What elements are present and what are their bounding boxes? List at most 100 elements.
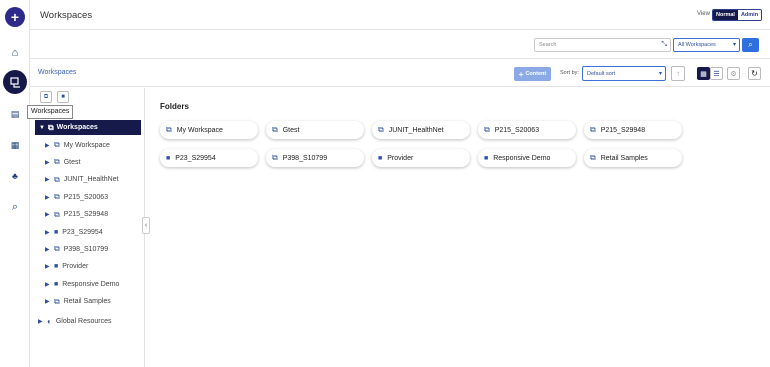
collapse-panel-button[interactable]: ‹	[142, 217, 150, 234]
folder-card[interactable]: ⧉ My Workspace	[160, 121, 258, 139]
home-icon[interactable]: ⌂	[5, 43, 25, 63]
users-icon[interactable]: ♣	[5, 166, 25, 186]
refresh-button[interactable]: ↻	[748, 67, 761, 80]
workspace-icon: ⧉	[484, 125, 490, 134]
folder-card[interactable]: ⧉ Gtest	[266, 121, 364, 139]
refresh-icon: ↻	[751, 69, 758, 78]
view-toggle: Normal Admin	[712, 9, 763, 21]
sort-direction-button[interactable]: ↑	[671, 66, 685, 81]
folder-card[interactable]: ⧉ Retail Samples	[584, 149, 682, 167]
tree-item-label: JUNIT_HealthNet	[63, 176, 119, 184]
folder-card-label: P398_S10799	[282, 154, 328, 162]
search-button[interactable]: ⌕	[742, 38, 759, 52]
tree-item[interactable]: ▶ ⧉ Retail Samples	[45, 296, 111, 308]
caret-right-icon: ▶	[45, 246, 50, 253]
folder-card-label: My Workspace	[176, 126, 223, 134]
folder-card[interactable]: ⧉ JUNIT_HealthNet	[372, 121, 470, 139]
tree-item-label: Provider	[62, 263, 89, 271]
workspace-icon: ⧉	[54, 192, 60, 202]
folder-icon: ■	[378, 154, 383, 162]
folder-card[interactable]: ⧉ P215_S20063	[478, 121, 576, 139]
magic-wand-icon[interactable]: ⤡	[661, 41, 667, 49]
content-label: Content	[525, 71, 547, 77]
workspace-icon: ⧉	[272, 153, 278, 162]
search-rail-icon[interactable]: ⌕	[5, 197, 25, 217]
tree-root-label: Workspaces	[56, 124, 98, 131]
add-icon[interactable]: +	[5, 7, 25, 27]
list-view-button[interactable]: ☰	[710, 67, 723, 80]
caret-right-icon: ▶	[38, 318, 43, 325]
folder-card-label: P23_S29954	[175, 154, 216, 162]
reports-icon[interactable]: ▤	[5, 104, 25, 124]
tree-item[interactable]: ▶ ■ Provider	[45, 261, 88, 273]
search-bar: Search ⤡ All Workspaces ▾ ⌕	[30, 31, 770, 59]
folder-card-label: Retail Samples	[600, 154, 648, 162]
workspace-icon: ⧉	[54, 157, 60, 167]
workspaces-icon[interactable]	[3, 70, 27, 94]
sort-select[interactable]: Default sort ▾	[582, 66, 666, 81]
toolbar: Workspaces + Content Sort by: Default so…	[30, 60, 770, 87]
sort-value: Default sort	[587, 71, 616, 77]
tree-item[interactable]: ▶ ⧉ P215_S20063	[45, 191, 108, 203]
tree-item[interactable]: ▶ ⧉ P215_S29948	[45, 209, 108, 221]
tree-item-label: P398_S10799	[63, 245, 109, 253]
folder-card[interactable]: ■ P23_S29954	[160, 149, 258, 167]
tree-item-label: P215_S20063	[63, 193, 109, 201]
dashboard-icon[interactable]: ▦	[5, 135, 25, 155]
tree-item[interactable]: ▶ ⧉ Gtest	[45, 156, 80, 168]
plus-icon: +	[518, 69, 524, 79]
tree-item[interactable]: ▶ ■ P23_S29954	[45, 226, 103, 238]
tree-item-label: Responsive Demo	[62, 280, 120, 288]
grid-icon: ▦	[700, 70, 707, 78]
tree-item[interactable]: ▶ ■ Responsive Demo	[45, 278, 119, 290]
workspace-icon: ⧉	[47, 122, 54, 132]
folder-card-label: Provider	[387, 154, 414, 162]
search-icon: ⌕	[748, 40, 753, 49]
folder-card[interactable]: ⧉ P215_S29948	[584, 121, 682, 139]
tree-item-label: P215_S29948	[63, 211, 109, 219]
tree-root-workspaces[interactable]: ▼ ⧉ Workspaces	[35, 120, 141, 135]
caret-right-icon: ▶	[45, 142, 50, 149]
workspace-icon: ⧉	[54, 174, 60, 184]
folder-card[interactable]: ⧉ P398_S10799	[266, 149, 364, 167]
settings-button[interactable]: ⚙	[727, 67, 740, 80]
caret-right-icon: ▶	[45, 177, 50, 184]
tree-item-global-resources[interactable]: ▶ ◐ Global Resources	[38, 315, 111, 327]
breadcrumb[interactable]: Workspaces	[38, 69, 76, 76]
chevron-left-icon: ‹	[144, 222, 148, 229]
gear-icon: ⚙	[730, 70, 737, 78]
new-workspace-button[interactable]: ⧉	[40, 91, 52, 103]
caret-right-icon: ▶	[45, 194, 50, 201]
workspace-icon: ⧉	[590, 153, 596, 162]
caret-right-icon: ▶	[45, 212, 50, 219]
left-rail: + ⌂ ▤ ▦ ♣ ⌕ Workspaces	[0, 0, 73, 367]
folder-icon: ■	[54, 228, 59, 236]
workspace-icon: ⧉	[166, 125, 172, 134]
caret-right-icon: ▶	[45, 281, 50, 288]
folder-card[interactable]: ■ Responsive Demo	[478, 149, 576, 167]
add-content-button[interactable]: + Content	[514, 67, 551, 81]
caret-right-icon: ▶	[45, 159, 50, 166]
view-normal-button[interactable]: Normal	[713, 10, 738, 20]
workspace-icon: ⧉	[272, 125, 278, 134]
folder-card-label: P215_S20063	[494, 126, 540, 134]
folder-icon: ■	[54, 280, 59, 288]
folder-icon: ■	[166, 154, 171, 162]
tree-item[interactable]: ▶ ⧉ JUNIT_HealthNet	[45, 174, 119, 186]
tree-item-label: Global Resources	[55, 317, 112, 325]
caret-right-icon: ▶	[45, 229, 50, 236]
workspace-icon: ⧉	[54, 244, 60, 254]
search-placeholder: Search	[539, 42, 557, 48]
header: Workspaces View Normal Admin	[30, 0, 770, 30]
view-admin-button[interactable]: Admin	[737, 10, 762, 20]
search-input[interactable]: Search ⤡	[534, 38, 671, 52]
folder-card[interactable]: ■ Provider	[372, 149, 470, 167]
tree-item[interactable]: ▶ ⧉ My Workspace	[45, 139, 110, 151]
tree-item-label: P23_S29954	[62, 228, 103, 236]
list-icon: ☰	[713, 70, 720, 78]
new-folder-button[interactable]: ■	[57, 91, 69, 103]
workspace-scope-select[interactable]: All Workspaces ▾	[673, 38, 740, 52]
grid-view-button[interactable]: ▦	[697, 67, 710, 80]
tree-item[interactable]: ▶ ⧉ P398_S10799	[45, 243, 108, 255]
folder-card-label: Responsive Demo	[493, 154, 551, 162]
